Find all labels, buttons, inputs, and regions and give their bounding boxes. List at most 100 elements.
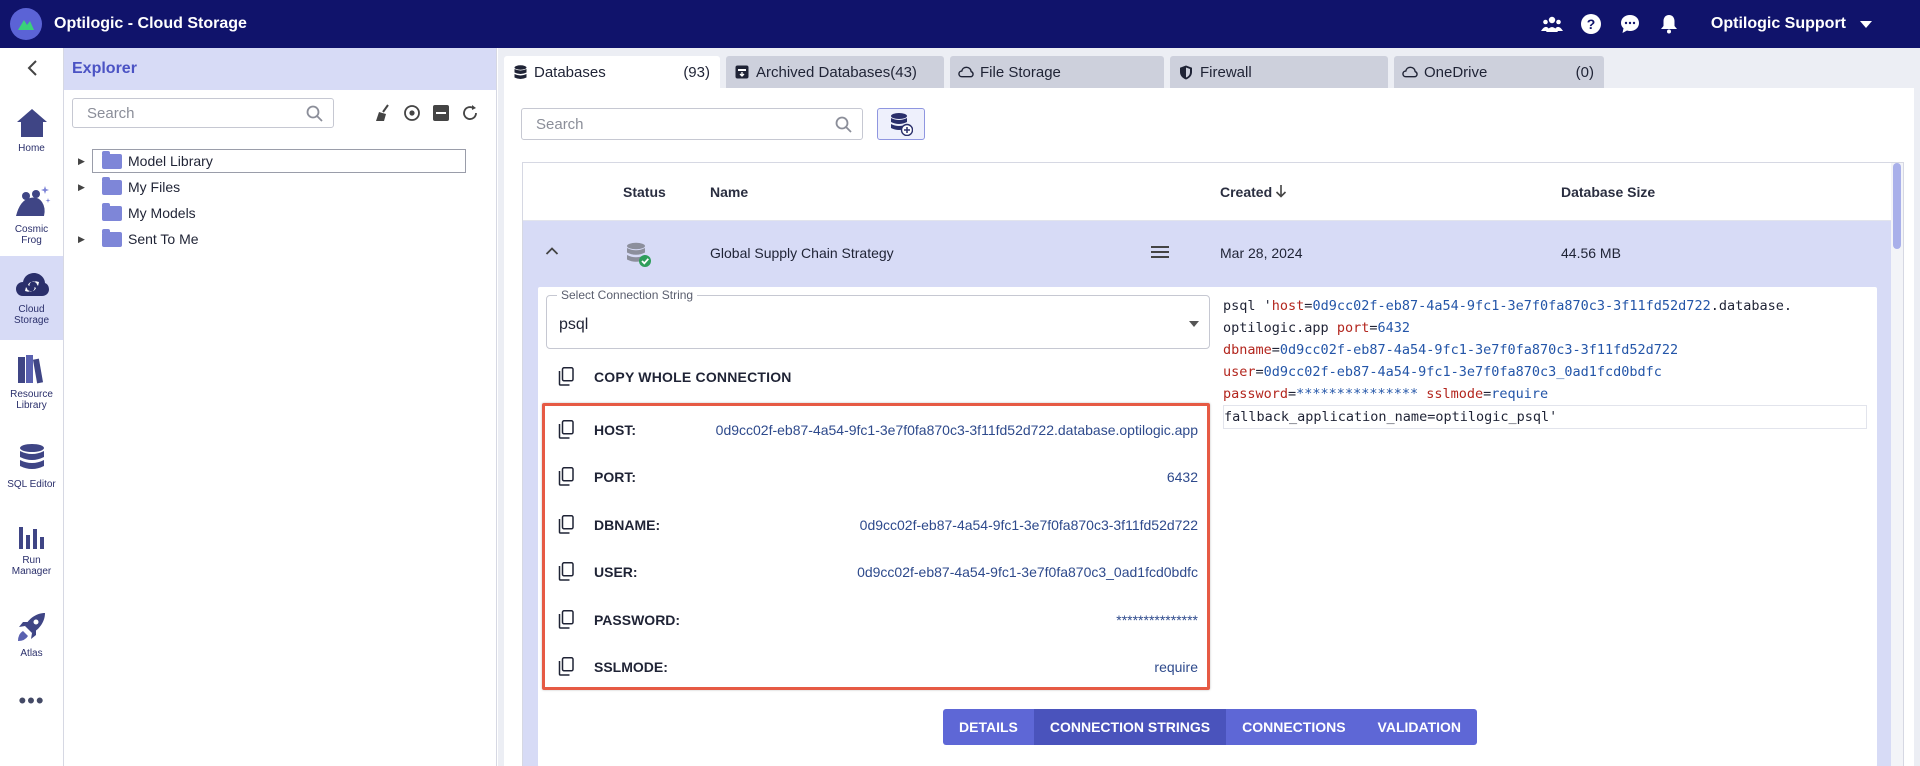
column-created[interactable]: Created <box>1220 184 1272 200</box>
explorer-panel: Explorer ▶ Model Library ▶ My Files My M… <box>64 48 497 766</box>
team-icon[interactable] <box>1540 13 1563 35</box>
nav-label: Run Manager <box>11 555 52 577</box>
sort-arrow-down-icon[interactable] <box>1275 184 1287 201</box>
nav-label: Resource Library <box>10 389 53 411</box>
refresh-icon[interactable] <box>461 104 479 122</box>
tree-item-my-files[interactable]: ▶ My Files <box>78 174 478 200</box>
databases-table: Status Name Created Database Size Global… <box>522 162 1904 766</box>
code-value: 0d9cc02f-eb87-4a54-9fc1-3e7f0fa870c3_0ad… <box>1263 364 1662 380</box>
database-add-icon <box>891 113 913 136</box>
nav-item-sql-editor[interactable]: SQL Editor <box>0 424 63 508</box>
tab-label: OneDrive <box>1424 63 1488 81</box>
add-database-button[interactable] <box>877 108 925 140</box>
database-icon <box>19 443 44 469</box>
nav-label: SQL Editor <box>7 478 56 490</box>
connection-strings-panel: Select Connection String psql COPY WHOLE… <box>538 287 1877 766</box>
folder-icon <box>102 202 122 221</box>
code-value: 0d9cc02f-eb87-4a54-9fc1-3e7f0fa870c3-3f1… <box>1312 298 1711 314</box>
nav-label: Cloud Storage <box>13 304 50 326</box>
column-name[interactable]: Name <box>710 184 748 200</box>
copy-whole-connection-button[interactable]: COPY WHOLE CONNECTION <box>558 367 792 387</box>
nav-item-resource-library[interactable]: Resource Library <box>0 340 63 424</box>
nav-item-cloud-storage[interactable]: Cloud Storage <box>0 256 63 340</box>
connection-string-select[interactable]: Select Connection String psql <box>546 288 1210 349</box>
select-value: psql <box>559 316 589 333</box>
cosmic-frog-icon <box>15 186 50 216</box>
collapse-row-icon[interactable] <box>545 243 559 259</box>
storage-tabs: Databases (93) Archived Databases(43) Fi… <box>504 56 1610 88</box>
tree-item-model-library[interactable]: ▶ Model Library <box>78 148 478 174</box>
tree-item-label: My Files <box>128 179 181 195</box>
table-row[interactable]: Global Supply Chain Strategy Mar 28, 202… <box>523 221 1893 287</box>
tab-label: File Storage <box>980 63 1061 81</box>
scrollbar-thumb[interactable] <box>1893 163 1901 249</box>
cloud-icon <box>1402 64 1418 80</box>
archive-icon <box>734 64 750 80</box>
tab-label: Archived Databases(43) <box>756 63 917 81</box>
expand-arrow-icon[interactable]: ▶ <box>78 234 92 245</box>
code-key: password <box>1223 386 1289 402</box>
chevron-down-icon[interactable] <box>1860 20 1872 28</box>
shield-icon <box>1178 64 1194 80</box>
detail-tabs: DETAILS CONNECTION STRINGS CONNECTIONS V… <box>943 709 1478 745</box>
hamburger-menu-icon[interactable] <box>1150 244 1170 263</box>
validation-button[interactable]: VALIDATION <box>1361 709 1478 745</box>
rocket-icon <box>17 612 45 641</box>
connection-string-code[interactable]: psql 'host=0d9cc02f-eb87-4a54-9fc1-3e7f0… <box>1223 295 1867 429</box>
code-value: 6432 <box>1377 320 1410 336</box>
help-icon[interactable]: ? <box>1580 13 1602 35</box>
tab-onedrive[interactable]: OneDrive (0) <box>1394 56 1604 88</box>
tree-item-my-models[interactable]: My Models <box>78 200 478 226</box>
left-nav: Home Cosmic Frog Cloud Storage Resource … <box>0 48 64 766</box>
explorer-search <box>72 98 334 128</box>
nav-item-run-manager[interactable]: Run Manager <box>0 508 63 592</box>
tab-databases[interactable]: Databases (93) <box>504 56 720 88</box>
broom-icon[interactable] <box>374 104 392 122</box>
database-name[interactable]: Global Supply Chain Strategy <box>710 245 894 261</box>
chat-icon[interactable] <box>1619 13 1641 35</box>
database-icon <box>512 64 528 80</box>
nav-item-atlas[interactable]: Atlas <box>0 592 63 676</box>
tree-item-sent-to-me[interactable]: ▶ Sent To Me <box>78 226 478 252</box>
nav-item-home[interactable]: Home <box>0 88 63 172</box>
scrollbar[interactable] <box>1891 163 1903 766</box>
search-icon[interactable] <box>835 116 852 138</box>
code-value: *************** <box>1296 386 1419 402</box>
tab-file-storage[interactable]: File Storage <box>950 56 1164 88</box>
more-icon[interactable]: ••• <box>0 676 63 726</box>
connections-button[interactable]: CONNECTIONS <box>1226 709 1362 745</box>
tab-firewall[interactable]: Firewall <box>1170 56 1388 88</box>
target-icon[interactable] <box>403 104 421 122</box>
connection-strings-button[interactable]: CONNECTION STRINGS <box>1033 709 1227 745</box>
optilogic-logo-icon[interactable] <box>10 8 42 40</box>
nav-item-cosmic-frog[interactable]: Cosmic Frog <box>0 172 63 256</box>
main-area: Databases (93) Archived Databases(43) Fi… <box>498 48 1920 766</box>
dropdown-arrow-icon[interactable] <box>1189 321 1199 327</box>
search-icon[interactable] <box>306 105 323 127</box>
code-text: optilogic.app <box>1223 320 1329 336</box>
bell-icon[interactable] <box>1658 13 1680 35</box>
column-status[interactable]: Status <box>623 184 666 200</box>
highlight-callout <box>542 403 1210 690</box>
collapse-nav-button[interactable] <box>0 48 63 88</box>
user-menu-button[interactable]: Optilogic Support <box>1711 15 1846 33</box>
code-key: host <box>1271 298 1305 314</box>
explorer-search-input[interactable] <box>73 104 293 122</box>
code-key: sslmode <box>1426 386 1484 402</box>
expand-arrow-icon[interactable]: ▶ <box>78 182 92 193</box>
column-database-size[interactable]: Database Size <box>1561 184 1655 200</box>
details-button[interactable]: DETAILS <box>943 709 1034 745</box>
cloud-storage-icon <box>15 273 49 296</box>
copy-whole-label: COPY WHOLE CONNECTION <box>594 369 792 385</box>
collapse-all-icon[interactable] <box>432 104 450 122</box>
tree-item-label: My Models <box>128 205 196 221</box>
code-key: dbname <box>1223 342 1272 358</box>
folder-icon <box>102 176 122 195</box>
expand-arrow-icon[interactable]: ▶ <box>78 156 92 167</box>
database-search-input[interactable] <box>522 109 822 139</box>
tab-label: Databases <box>534 63 606 81</box>
tab-archived-databases[interactable]: Archived Databases(43) <box>726 56 944 88</box>
code-value: require <box>1491 386 1549 402</box>
copy-icon <box>558 367 576 387</box>
nav-label: Atlas <box>20 647 43 659</box>
